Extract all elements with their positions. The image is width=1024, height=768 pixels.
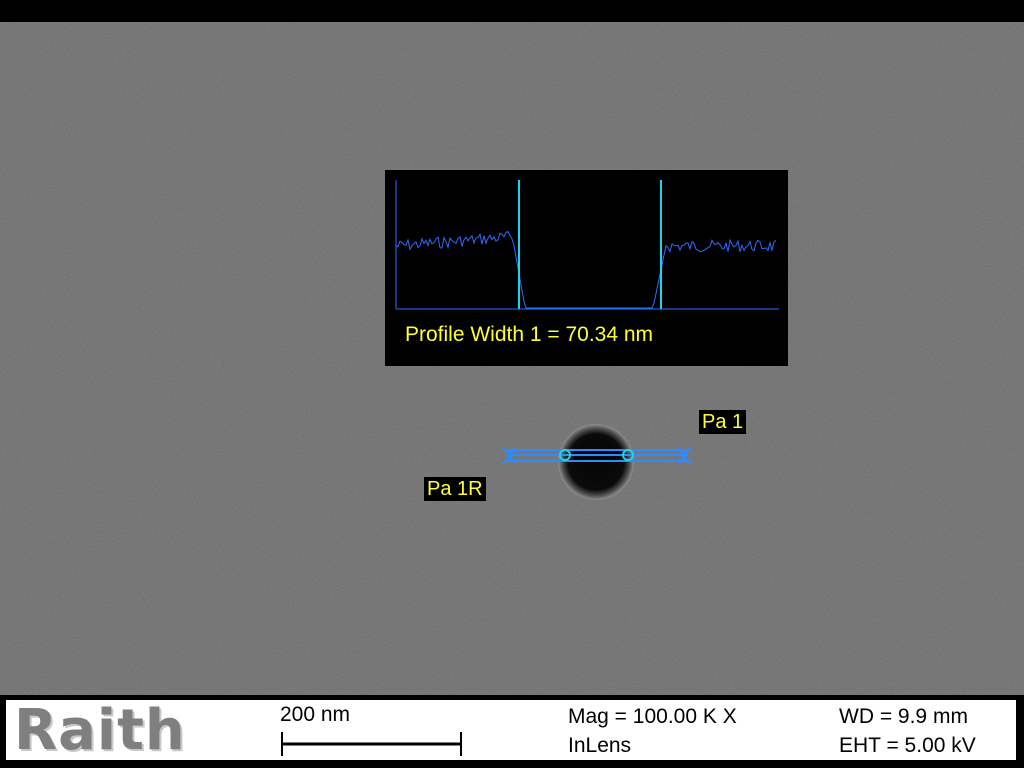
working-distance-readout: WD = 9.9 mm <box>839 705 968 728</box>
detector-readout: InLens <box>568 734 632 757</box>
annotation-pa1[interactable]: Pa 1 <box>699 410 747 434</box>
magnification-readout: Mag = 100.00 K X <box>568 705 737 728</box>
eht-readout: EHT = 5.00 kV <box>839 734 976 757</box>
info-bar: Raith 200 nm Mag = 100.00 K X InLens WD … <box>4 698 1018 762</box>
scale-bar <box>281 732 462 756</box>
raith-logo: Raith <box>14 698 186 763</box>
profile-measure-tool[interactable] <box>0 0 1024 768</box>
annotation-pa1r[interactable]: Pa 1R <box>424 477 486 501</box>
scale-bar-label: 200 nm <box>280 703 351 726</box>
